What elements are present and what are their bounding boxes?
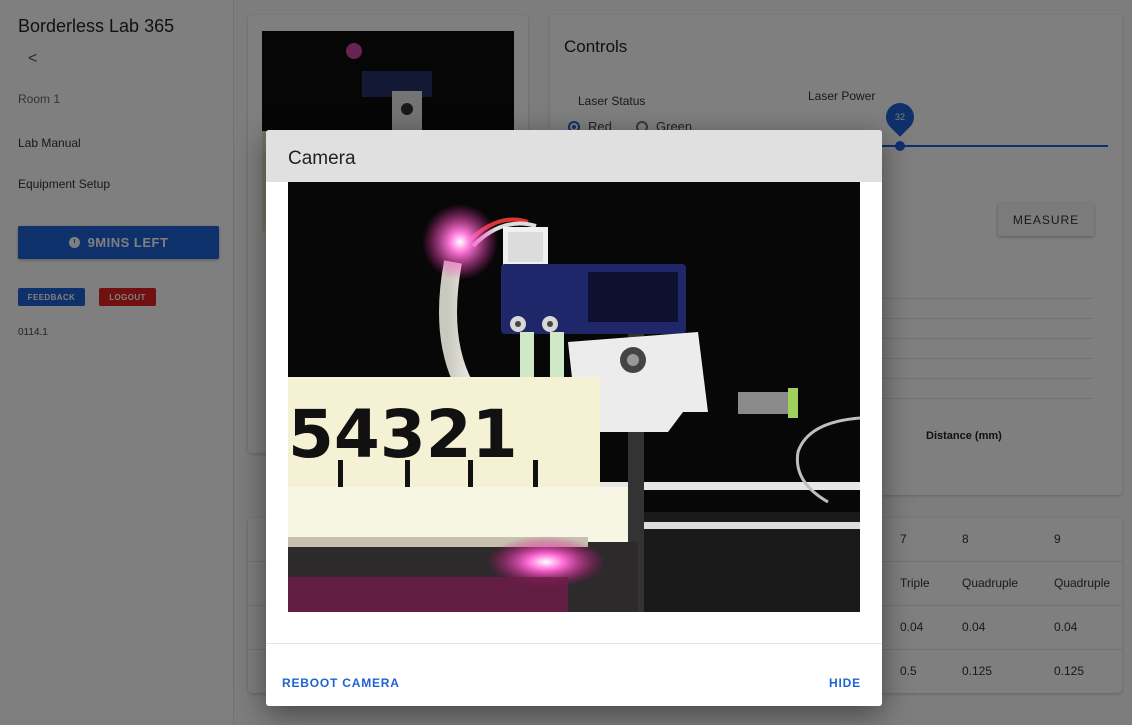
camera-dialog: Camera 54321 REBOOT CAMERA HIDE [266, 130, 882, 706]
dialog-header: Camera [266, 130, 882, 182]
reboot-camera-button[interactable]: REBOOT CAMERA [282, 676, 400, 690]
hide-button[interactable]: HIDE [829, 676, 861, 690]
camera-feed: 54321 [288, 182, 860, 612]
dialog-title: Camera [288, 148, 356, 169]
ruler-digits: 54321 [288, 396, 518, 473]
dialog-divider [266, 643, 882, 644]
